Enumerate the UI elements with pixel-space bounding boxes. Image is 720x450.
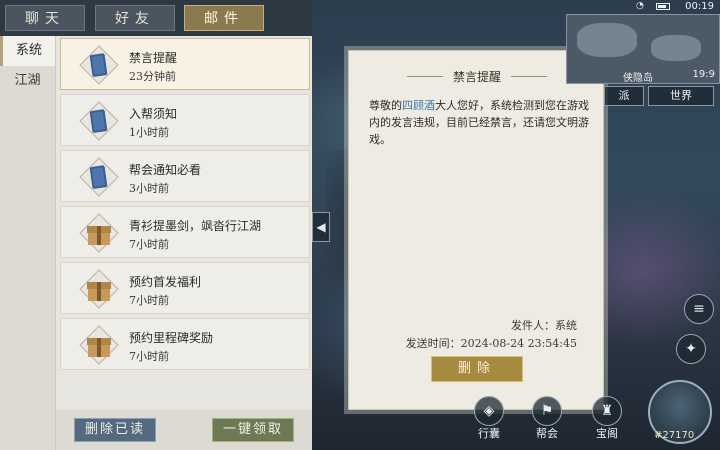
claim-all-button[interactable]: 一键领取 xyxy=(212,418,294,442)
letter-body: 尊敬的四顾酒大人您好，系统检测到您在游戏内的发言违规，目前已经禁言，还请您文明游… xyxy=(369,97,593,148)
mail-subject: 入帮须知 xyxy=(129,107,178,121)
mail-time: 7小时前 xyxy=(129,294,169,307)
mail-time: 23分钟前 xyxy=(129,70,176,83)
minimap-land xyxy=(577,23,637,57)
mail-item-preorder-reward[interactable]: 预约首发福利 7小时前 xyxy=(60,262,310,314)
tab-mail[interactable]: 邮件 xyxy=(184,5,264,31)
letter-greeting: 尊敬的 xyxy=(369,99,402,112)
minimap-coordinates: 19:9 xyxy=(692,69,715,80)
letter-icon xyxy=(79,157,119,197)
mail-subject: 预约里程碑奖励 xyxy=(129,331,214,345)
mail-subject: 青衫提墨剑，飒沓行江湖 xyxy=(129,219,262,233)
tab-friends[interactable]: 好友 xyxy=(95,5,175,31)
mail-time: 7小时前 xyxy=(129,238,169,251)
wifi-icon: ◔ xyxy=(636,1,644,11)
letter-icon xyxy=(79,45,119,85)
mail-item-guild-notice[interactable]: 帮会通知必看 3小时前 xyxy=(60,150,310,202)
scroll-icon[interactable]: ≡ xyxy=(684,294,714,324)
player-name: 四顾酒 xyxy=(402,99,435,112)
mail-time: 3小时前 xyxy=(129,182,169,195)
mail-item-reward-sword[interactable]: 青衫提墨剑，飒沓行江湖 7小时前 xyxy=(60,206,310,258)
mail-panel: 聊天 好友 邮件 系统 江湖 禁言提醒 23分钟前 入帮须知 1小时前 帮会通知… xyxy=(0,0,312,450)
bag-label: 行囊 xyxy=(478,427,500,440)
skill-icon[interactable]: ✦ xyxy=(676,334,706,364)
guild-label: 帮会 xyxy=(536,427,558,440)
clock: 00:19 xyxy=(685,1,714,12)
delete-mail-button[interactable]: 删除 xyxy=(431,356,523,382)
battery-icon xyxy=(656,3,670,10)
letter-sent-time: 发送时间：2024-08-24 23:54:45 xyxy=(405,337,577,350)
mail-item-join-guild[interactable]: 入帮须知 1小时前 xyxy=(60,94,310,146)
panel-tabs: 聊天 好友 邮件 xyxy=(0,0,312,36)
gift-box-icon xyxy=(79,213,119,253)
minimap-location: 侠隐岛 xyxy=(623,73,653,84)
gift-box-icon xyxy=(79,269,119,309)
treasure-label: 宝阁 xyxy=(596,427,618,440)
mail-actions-bar: 删除已读 一键领取 xyxy=(56,410,312,450)
world-chat-button[interactable]: 世界 xyxy=(648,86,714,106)
mail-list: 禁言提醒 23分钟前 入帮须知 1小时前 帮会通知必看 3小时前 青衫提墨剑，飒… xyxy=(60,38,310,408)
mail-subject: 禁言提醒 xyxy=(129,51,178,65)
mail-item-milestone-reward[interactable]: 预约里程碑奖励 7小时前 xyxy=(60,318,310,370)
mail-time: 7小时前 xyxy=(129,350,169,363)
mail-subject: 帮会通知必看 xyxy=(129,163,202,177)
combat-power: #27170 xyxy=(654,430,695,441)
device-status-bar: ◔ 00:19 xyxy=(628,0,720,14)
mail-time: 1小时前 xyxy=(129,126,169,139)
collapse-panel-arrow-icon[interactable]: ◀ xyxy=(312,212,330,242)
sidebar-item-system[interactable]: 系统 xyxy=(0,36,55,66)
sidebar-item-jianghu[interactable]: 江湖 xyxy=(0,66,55,96)
gift-box-icon xyxy=(79,325,119,365)
mail-subject: 预约首发福利 xyxy=(129,275,202,289)
bag-icon[interactable]: ◈ xyxy=(474,396,504,426)
letter-sender: 发件人：系统 xyxy=(511,319,577,332)
letter-icon xyxy=(79,101,119,141)
guild-icon[interactable]: ⚑ xyxy=(532,396,562,426)
sect-chat-button[interactable]: 派 xyxy=(604,86,644,106)
tab-chat[interactable]: 聊天 xyxy=(5,5,85,31)
title-divider-right xyxy=(511,76,547,77)
minimap-land xyxy=(651,35,701,61)
mail-item-mute-notice[interactable]: 禁言提醒 23分钟前 xyxy=(60,38,310,90)
minimap[interactable]: 侠隐岛 19:9 xyxy=(566,14,720,84)
mail-category-sidebar: 系统 江湖 xyxy=(0,36,56,450)
treasure-icon[interactable]: ♜ xyxy=(592,396,622,426)
mail-detail-letter: 禁言提醒 尊敬的四顾酒大人您好，系统检测到您在游戏内的发言违规，目前已经禁言，还… xyxy=(348,50,604,410)
delete-read-button[interactable]: 删除已读 xyxy=(74,418,156,442)
